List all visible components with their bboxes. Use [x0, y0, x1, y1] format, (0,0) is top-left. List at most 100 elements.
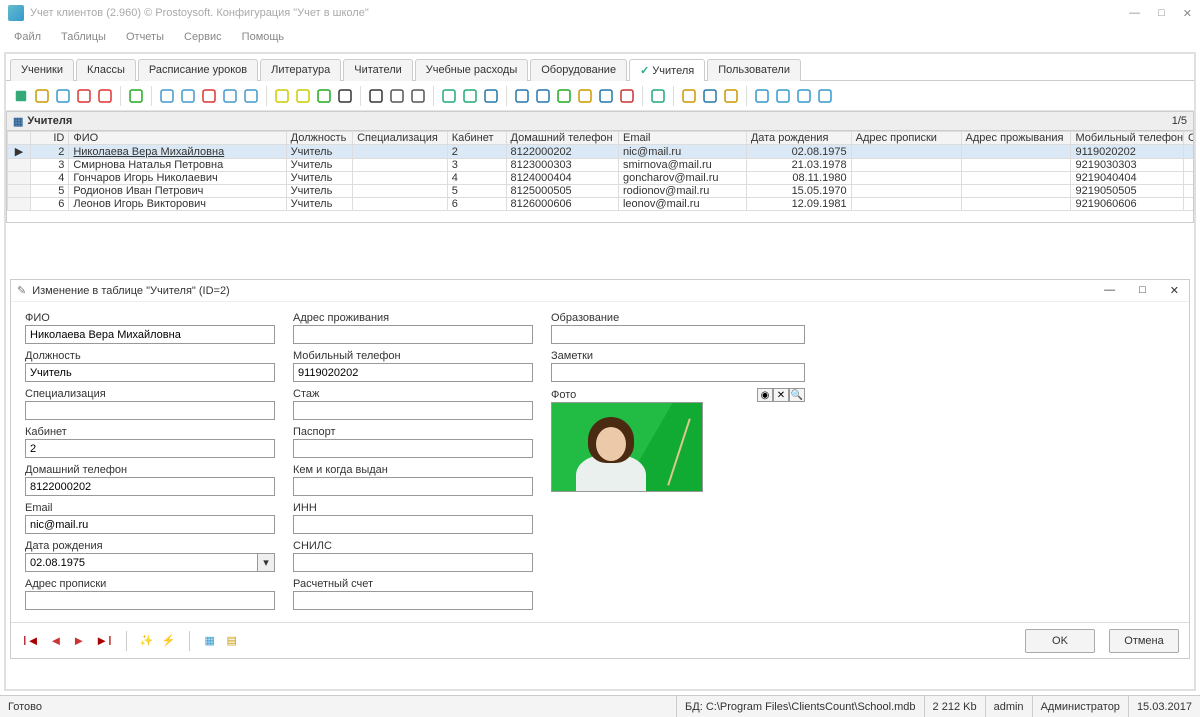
edit-icon[interactable] — [33, 87, 51, 105]
panel-maximize-button[interactable]: □ — [1135, 284, 1150, 297]
filter-red-icon[interactable] — [200, 87, 218, 105]
nav-first-button[interactable]: I◄ — [21, 633, 41, 648]
tab-Литература[interactable]: Литература — [260, 59, 341, 81]
menu-помощь[interactable]: Помощь — [234, 29, 293, 45]
table-add-icon[interactable] — [555, 87, 573, 105]
tab-Ученики[interactable]: Ученики — [10, 59, 74, 81]
col-header[interactable]: Специализация — [353, 132, 448, 145]
col-header[interactable]: Дата рождения — [746, 132, 851, 145]
input-inn[interactable] — [293, 515, 533, 534]
table-icon[interactable] — [513, 87, 531, 105]
tab-Учителя[interactable]: ✓Учителя — [629, 59, 705, 81]
nav-next-button[interactable]: ► — [70, 633, 87, 648]
tab-Классы[interactable]: Классы — [76, 59, 136, 81]
table-row[interactable]: 3Смирнова Наталья ПетровнаУчитель3812300… — [8, 159, 1195, 172]
tpl2-icon[interactable] — [701, 87, 719, 105]
col-header[interactable]: ФИО — [69, 132, 286, 145]
tab-Читатели[interactable]: Читатели — [343, 59, 413, 81]
form-icon[interactable] — [649, 87, 667, 105]
panel-minimize-button[interactable]: — — [1100, 284, 1119, 297]
dob-dropdown-button[interactable]: ▾ — [257, 554, 274, 571]
panel-close-button[interactable]: ✕ — [1166, 284, 1183, 297]
input-acct[interactable] — [293, 591, 533, 610]
menu-файл[interactable]: Файл — [6, 29, 49, 45]
photo-clear-button[interactable]: ✕ — [773, 388, 789, 402]
chart-icon[interactable] — [618, 87, 636, 105]
input-passport[interactable] — [293, 439, 533, 458]
col-header[interactable]: Мобильный телефон — [1071, 132, 1183, 145]
bolt-icon[interactable]: ⚡ — [161, 633, 177, 649]
table-row[interactable]: ▶2Николаева Вера МихайловнаУчитель281220… — [8, 145, 1195, 159]
nav-last-button[interactable]: ►I — [93, 633, 113, 648]
nav-prev-button[interactable]: ◄ — [47, 633, 64, 648]
input-stazh[interactable] — [293, 401, 533, 420]
import-icon[interactable] — [482, 87, 500, 105]
wizard-icon[interactable]: ✨ — [139, 633, 155, 649]
tab-Оборудование[interactable]: Оборудование — [530, 59, 627, 81]
data-grid[interactable]: IDФИОДолжностьСпециализацияКабинетДомашн… — [6, 131, 1194, 223]
input-fio[interactable] — [25, 325, 275, 344]
table-row[interactable]: 6Леонов Игорь ВикторовичУчитель681260006… — [8, 198, 1195, 211]
input-mob[interactable] — [293, 363, 533, 382]
tab-Учебные расходы[interactable]: Учебные расходы — [415, 59, 528, 81]
form-layout-icon[interactable]: ▤ — [224, 633, 240, 649]
col-header[interactable]: Стаж — [1183, 132, 1194, 145]
col-header[interactable]: Должность — [286, 132, 352, 145]
copy-icon[interactable] — [54, 87, 72, 105]
filter-icon[interactable] — [158, 87, 176, 105]
filter-clear-icon[interactable] — [179, 87, 197, 105]
input-pos[interactable] — [25, 363, 275, 382]
table-row[interactable]: 4Гончаров Игорь НиколаевичУчитель4812400… — [8, 172, 1195, 185]
print-icon[interactable] — [388, 87, 406, 105]
next-icon[interactable] — [795, 87, 813, 105]
input-tel[interactable] — [25, 477, 275, 496]
ok-button[interactable]: OK — [1025, 629, 1095, 653]
input-issued[interactable] — [293, 477, 533, 496]
find-icon[interactable] — [367, 87, 385, 105]
col-header[interactable]: Адрес прописки — [851, 132, 961, 145]
input-addr-reg[interactable] — [25, 591, 275, 610]
input-notes[interactable] — [551, 363, 805, 382]
col-header[interactable]: Домашний телефон — [506, 132, 618, 145]
form-template-icon[interactable]: ▦ — [202, 633, 218, 649]
tpl3-icon[interactable] — [722, 87, 740, 105]
first-icon[interactable] — [753, 87, 771, 105]
star-icon[interactable] — [273, 87, 291, 105]
maximize-button[interactable]: □ — [1158, 7, 1165, 20]
input-spec[interactable] — [25, 401, 275, 420]
new-icon[interactable] — [12, 87, 30, 105]
preview-icon[interactable] — [409, 87, 427, 105]
photo-pick-button[interactable]: ◉ — [757, 388, 773, 402]
bookmark-icon[interactable] — [315, 87, 333, 105]
menu-отчеты[interactable]: Отчеты — [118, 29, 172, 45]
menu-таблицы[interactable]: Таблицы — [53, 29, 114, 45]
table2-icon[interactable] — [534, 87, 552, 105]
table-mix-icon[interactable] — [597, 87, 615, 105]
export-icon[interactable] — [440, 87, 458, 105]
col-header[interactable]: ID — [31, 132, 69, 145]
delete-multi-icon[interactable] — [96, 87, 114, 105]
prev-icon[interactable] — [774, 87, 792, 105]
input-email[interactable] — [25, 515, 275, 534]
col-header[interactable] — [8, 132, 31, 145]
tpl1-icon[interactable] — [680, 87, 698, 105]
delete-icon[interactable] — [75, 87, 93, 105]
cancel-button[interactable]: Отмена — [1109, 629, 1179, 653]
refresh-icon[interactable] — [127, 87, 145, 105]
table-edit-icon[interactable] — [576, 87, 594, 105]
export2-icon[interactable] — [461, 87, 479, 105]
tab-Пользователи[interactable]: Пользователи — [707, 59, 801, 81]
menu-сервис[interactable]: Сервис — [176, 29, 230, 45]
star2-icon[interactable] — [294, 87, 312, 105]
filter-cart-icon[interactable] — [221, 87, 239, 105]
last-icon[interactable] — [816, 87, 834, 105]
input-dob[interactable] — [25, 553, 275, 572]
col-header[interactable]: Адрес прожывания — [961, 132, 1071, 145]
input-snils[interactable] — [293, 553, 533, 572]
input-addr-live[interactable] — [293, 325, 533, 344]
col-header[interactable]: Кабинет — [447, 132, 506, 145]
input-edu[interactable] — [551, 325, 805, 344]
sql-icon[interactable] — [336, 87, 354, 105]
minimize-button[interactable]: — — [1129, 7, 1140, 20]
input-kab[interactable] — [25, 439, 275, 458]
